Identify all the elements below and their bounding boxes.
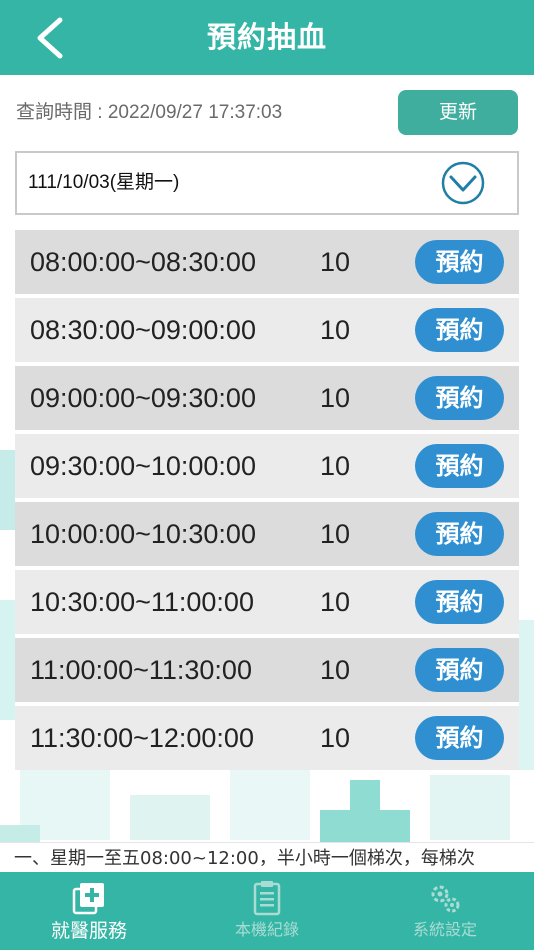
time-slot-row: 08:00:00~08:30:00 10 預約	[15, 230, 519, 294]
date-dropdown[interactable]: 111/10/03(星期一)	[15, 151, 519, 215]
slot-time: 10:00:00~10:30:00	[30, 519, 256, 549]
time-slot-row: 11:30:00~12:00:00 10 預約	[15, 706, 519, 770]
slot-count: 10	[320, 383, 351, 413]
slot-time: 11:00:00~11:30:00	[30, 655, 252, 685]
bottom-nav: 就醫服務 本機紀錄 系統設定	[0, 872, 534, 950]
time-slot-list: 08:00:00~08:30:00 10 預約 08:30:00~09:00:0…	[15, 230, 519, 774]
notice-text: 一、星期一至五08:00~12:00，半小時一個梯次，每梯次	[14, 848, 475, 869]
slot-count: 10	[320, 315, 351, 345]
nav-label: 本機紀錄	[234, 920, 299, 939]
app-header: 預約抽血	[0, 0, 534, 75]
slot-time: 09:00:00~09:30:00	[30, 383, 256, 413]
nav-label: 就醫服務	[50, 920, 127, 942]
query-row: 查詢時間 : 2022/09/27 17:37:03 更新	[16, 90, 520, 135]
book-button[interactable]: 預約	[415, 376, 504, 420]
slot-time: 08:00:00~08:30:00	[30, 247, 256, 277]
query-time: 查詢時間 : 2022/09/27 17:37:03	[16, 102, 283, 123]
book-button[interactable]: 預約	[415, 512, 504, 556]
time-slot-row: 10:30:00~11:00:00 10 預約	[15, 570, 519, 634]
book-button[interactable]: 預約	[415, 716, 504, 760]
book-button[interactable]: 預約	[415, 308, 504, 352]
slot-time: 09:30:00~10:00:00	[30, 451, 256, 481]
record-list-icon	[253, 881, 281, 916]
time-slot-row: 08:30:00~09:00:00 10 預約	[15, 298, 519, 362]
slot-time: 11:30:00~12:00:00	[30, 723, 254, 753]
dropdown-toggle[interactable]	[441, 161, 485, 205]
notice-bar: 一、星期一至五08:00~12:00，半小時一個梯次，每梯次	[0, 842, 534, 873]
nav-item-system-settings[interactable]: 系統設定	[356, 872, 534, 950]
book-button[interactable]: 預約	[415, 444, 504, 488]
time-slot-row: 11:00:00~11:30:00 10 預約	[15, 638, 519, 702]
slot-count: 10	[320, 587, 351, 617]
nav-item-local-records[interactable]: 本機紀錄	[178, 872, 356, 950]
slot-time: 10:30:00~11:00:00	[30, 587, 254, 617]
book-button[interactable]: 預約	[415, 580, 504, 624]
slot-count: 10	[320, 655, 351, 685]
medical-cross-icon	[72, 883, 104, 915]
nav-item-medical-service[interactable]: 就醫服務	[0, 872, 178, 950]
slot-count: 10	[320, 451, 351, 481]
time-slot-row: 10:00:00~10:30:00 10 預約	[15, 502, 519, 566]
time-slot-row: 09:30:00~10:00:00 10 預約	[15, 434, 519, 498]
gears-icon	[431, 885, 460, 913]
selected-date: 111/10/03(星期一)	[28, 172, 180, 193]
book-button[interactable]: 預約	[415, 648, 504, 692]
slot-time: 08:30:00~09:00:00	[30, 315, 256, 345]
chevron-down-icon	[441, 161, 485, 205]
slot-count: 10	[320, 247, 351, 277]
page-title: 預約抽血	[206, 20, 327, 54]
book-button[interactable]: 預約	[415, 240, 504, 284]
refresh-button[interactable]: 更新	[398, 90, 518, 135]
time-slot-row: 09:00:00~09:30:00 10 預約	[15, 366, 519, 430]
slot-count: 10	[320, 723, 351, 753]
slot-count: 10	[320, 519, 351, 549]
nav-label: 系統設定	[412, 920, 477, 939]
